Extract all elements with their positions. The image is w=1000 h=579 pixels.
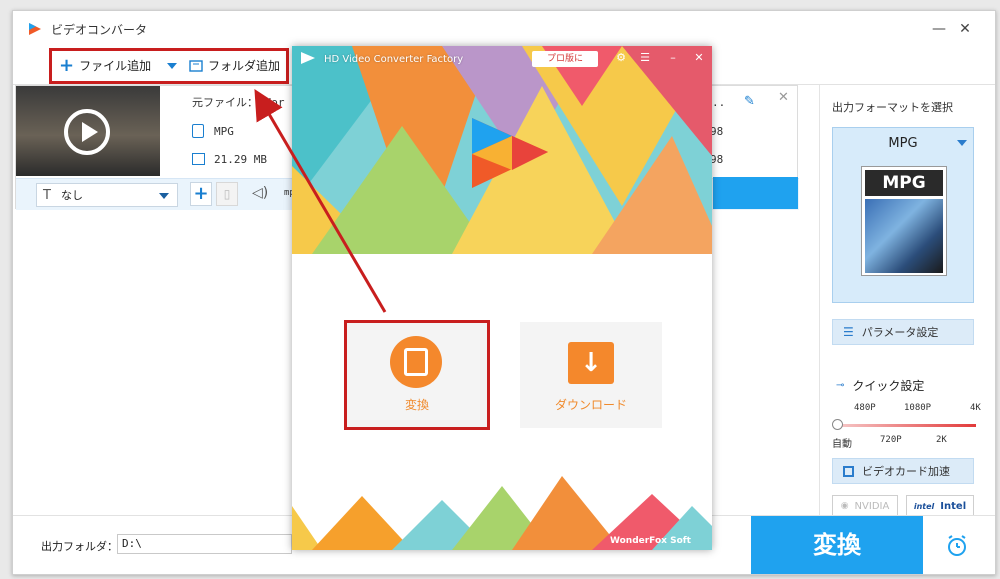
annotation-arrow [254,89,387,313]
